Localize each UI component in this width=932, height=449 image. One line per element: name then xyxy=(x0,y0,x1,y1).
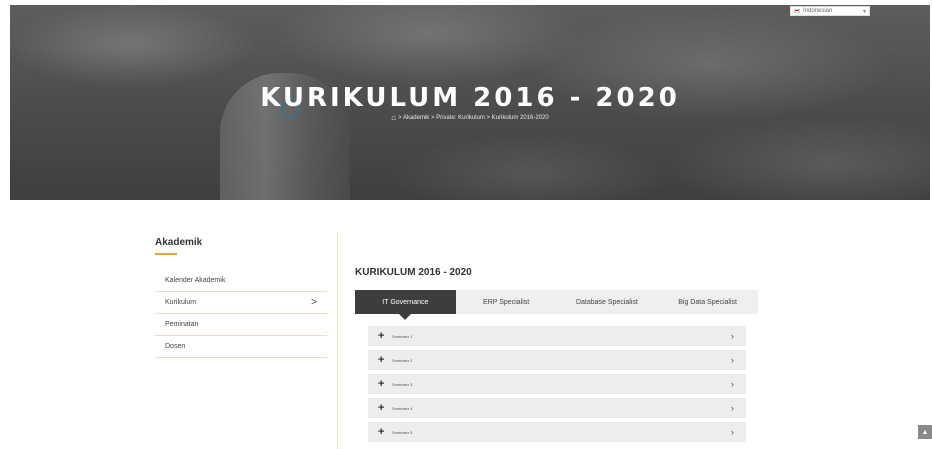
chevron-down-icon: ▾ xyxy=(862,8,866,15)
tab-it-governance[interactable]: IT Governance xyxy=(355,290,456,320)
accordion-item-label: Semester 2 xyxy=(392,357,413,363)
tab-big-data-specialist[interactable]: Big Data Specialist xyxy=(657,290,758,314)
chevron-up-icon: ▲ xyxy=(921,428,929,436)
scroll-to-top-button[interactable]: ▲ xyxy=(918,425,932,439)
hero-banner: KURIKULUM 2016 - 2020 ⌂ > Akademik > Priv… xyxy=(10,5,930,200)
plus-icon: + xyxy=(378,377,385,390)
semester-accordion: + Semester 1 › + Semester 2 › + Semester… xyxy=(368,326,746,446)
sidebar-item-label: Peminatan xyxy=(165,321,199,328)
sidebar-item-peminatan[interactable]: Peminatan xyxy=(155,314,327,336)
page-title: KURIKULUM 2016 - 2020 xyxy=(260,83,680,113)
plus-icon: + xyxy=(378,425,385,438)
accordion-item-semester-4[interactable]: + Semester 4 › xyxy=(368,398,746,418)
accordion-item-label: Semester 5 xyxy=(392,429,413,435)
sidebar-item-kalender-akademik[interactable]: Kalender Akademik xyxy=(155,270,327,292)
content-divider xyxy=(337,232,338,449)
plus-icon: + xyxy=(378,329,385,342)
accordion-item-label: Semester 1 xyxy=(392,333,413,339)
chevron-right-icon: › xyxy=(731,379,734,389)
accordion-item-label: Semester 4 xyxy=(392,405,413,411)
tab-database-specialist[interactable]: Database Specialist xyxy=(557,290,658,314)
accordion-item-semester-2[interactable]: + Semester 2 › xyxy=(368,350,746,370)
section-title: KURIKULUM 2016 - 2020 xyxy=(355,267,472,278)
language-select-value: Indonesian xyxy=(803,8,833,14)
home-icon[interactable]: ⌂ xyxy=(391,113,396,122)
chevron-right-icon: › xyxy=(731,403,734,413)
plus-icon: + xyxy=(378,353,385,366)
tab-erp-specialist[interactable]: ERP Specialist xyxy=(456,290,557,314)
language-select[interactable]: Indonesian ▾ xyxy=(790,6,870,16)
indonesia-flag-icon xyxy=(794,9,800,13)
sidebar-item-label: Kurikulum xyxy=(165,299,197,306)
sidebar-title: Akademik xyxy=(155,237,203,248)
breadcrumb-trail[interactable]: > Akademik > Private: Kurikulum > Kuriku… xyxy=(398,115,549,121)
chevron-right-icon: > xyxy=(311,297,317,308)
sidebar: Akademik Kalender Akademik Kurikulum > P… xyxy=(155,237,327,358)
chevron-right-icon: › xyxy=(731,355,734,365)
sidebar-item-kurikulum[interactable]: Kurikulum > xyxy=(155,292,327,314)
accordion-item-label: Semester 3 xyxy=(392,381,413,387)
sidebar-title-underline xyxy=(155,253,177,255)
accordion-item-semester-3[interactable]: + Semester 3 › xyxy=(368,374,746,394)
sidebar-item-dosen[interactable]: Dosen xyxy=(155,336,327,358)
specialization-tabs: IT Governance ERP Specialist Database Sp… xyxy=(355,290,758,320)
chevron-right-icon: › xyxy=(731,331,734,341)
sidebar-item-label: Kalender Akademik xyxy=(165,277,226,284)
accordion-item-semester-1[interactable]: + Semester 1 › xyxy=(368,326,746,346)
sidebar-menu: Kalender Akademik Kurikulum > Peminatan … xyxy=(155,270,327,358)
chevron-right-icon: › xyxy=(731,427,734,437)
sidebar-item-label: Dosen xyxy=(165,343,186,350)
breadcrumb: ⌂ > Akademik > Private: Kurikulum > Kurik… xyxy=(10,113,930,122)
plus-icon: + xyxy=(378,401,385,414)
accordion-item-semester-5[interactable]: + Semester 5 › xyxy=(368,422,746,442)
